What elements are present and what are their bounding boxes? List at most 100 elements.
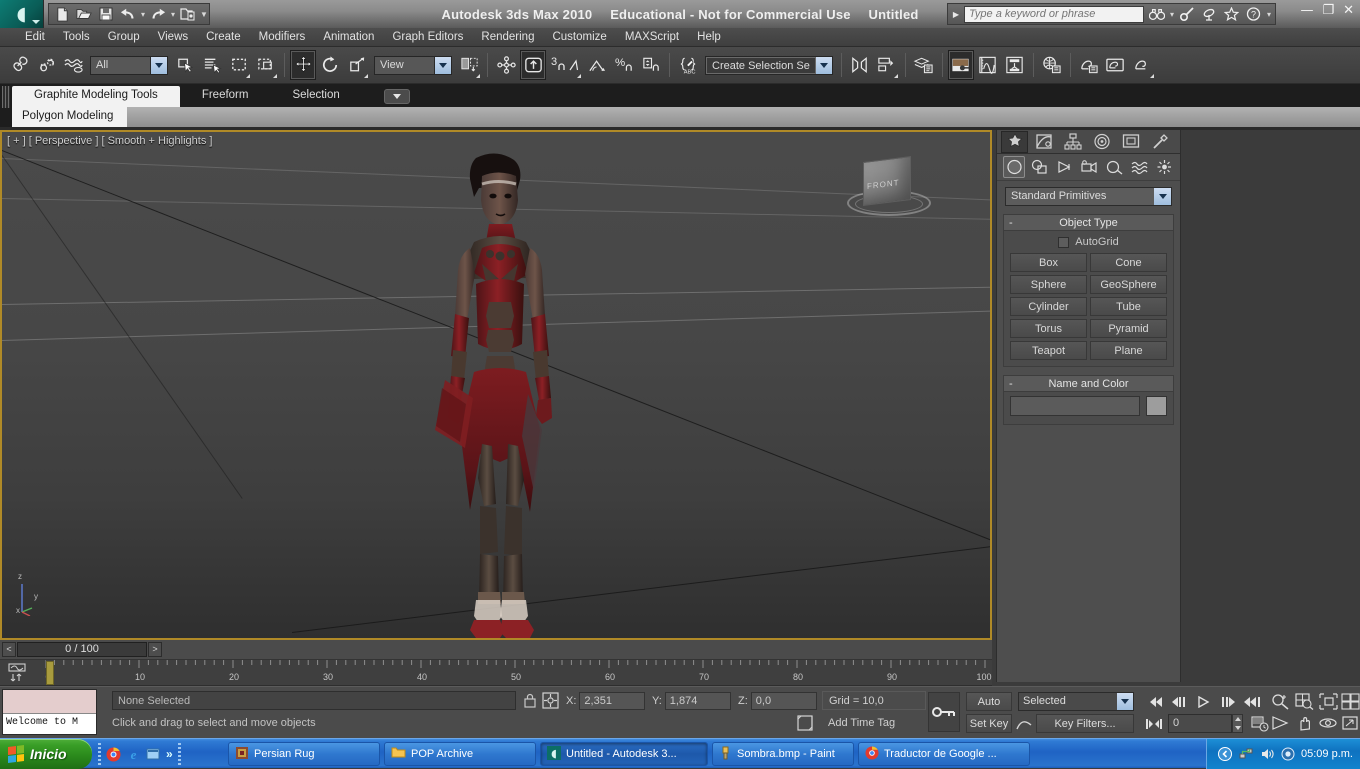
absolute-relative-transform-icon[interactable] <box>540 690 560 710</box>
pyramid-button[interactable]: Pyramid <box>1090 319 1167 338</box>
restore-button[interactable]: ❐ <box>1322 4 1334 17</box>
coord-y-value[interactable]: 1,874 <box>665 692 731 710</box>
application-menu-button[interactable]: ◖ <box>0 0 44 28</box>
frame-spinner[interactable] <box>1232 714 1243 733</box>
key-mode-toggle-icon[interactable] <box>928 692 960 732</box>
chevron-down-icon[interactable] <box>1117 693 1133 710</box>
character-model-3d[interactable] <box>390 144 600 640</box>
rectangular-selection-region-icon[interactable] <box>226 50 252 80</box>
goto-end-button[interactable] <box>1240 692 1263 711</box>
internet-explorer-quicklaunch-icon[interactable]: e <box>126 747 141 762</box>
next-frame-arrow[interactable]: > <box>148 642 162 657</box>
autogrid-checkbox[interactable] <box>1058 237 1069 248</box>
start-button[interactable]: Inicio <box>0 739 92 769</box>
select-and-rotate-icon[interactable] <box>317 50 343 80</box>
select-by-name-icon[interactable] <box>199 50 225 80</box>
use-center-flyout-icon[interactable] <box>456 50 482 80</box>
render-frame-window-icon[interactable] <box>1076 50 1102 80</box>
ribbon-tab-graphite-modeling-tools[interactable]: Graphite Modeling Tools <box>12 86 180 107</box>
help-dropdown-arrow[interactable]: ▾ <box>1266 10 1272 19</box>
curve-editor-icon[interactable] <box>975 50 1001 80</box>
reference-coordinate-system-combo[interactable]: View <box>374 56 452 75</box>
menu-item-create[interactable]: Create <box>197 29 250 45</box>
coordinate-y[interactable]: Y: 1,874 <box>652 691 731 710</box>
menu-item-edit[interactable]: Edit <box>16 29 54 45</box>
key-mode-toggle-button[interactable] <box>1142 714 1165 733</box>
selection-filter-combo[interactable]: All <box>90 56 168 75</box>
hierarchy-tab[interactable] <box>1059 131 1086 153</box>
cameras-category-icon[interactable] <box>1078 156 1100 178</box>
quicklaunch-grip-end[interactable] <box>178 743 181 765</box>
menu-item-graph-editors[interactable]: Graph Editors <box>383 29 472 45</box>
named-selection-set-combo[interactable]: Create Selection Se <box>705 56 833 75</box>
open-mini-curve-editor-icon[interactable] <box>5 663 37 683</box>
ribbon-grip-handle[interactable] <box>2 86 10 108</box>
play-animation-button[interactable] <box>1192 692 1215 711</box>
menu-item-modifiers[interactable]: Modifiers <box>250 29 315 45</box>
systems-category-icon[interactable] <box>1153 156 1175 178</box>
box-button[interactable]: Box <box>1010 253 1087 272</box>
orbit-button[interactable] <box>1316 713 1340 733</box>
field-of-view-button[interactable] <box>1268 713 1292 733</box>
sphere-button[interactable]: Sphere <box>1010 275 1087 294</box>
set-key-button[interactable]: Set Key <box>966 714 1012 733</box>
render-production-icon[interactable] <box>1103 50 1129 80</box>
schematic-view-icon[interactable] <box>1002 50 1028 80</box>
pan-view-button[interactable] <box>1292 713 1316 733</box>
plane-button[interactable]: Plane <box>1090 341 1167 360</box>
render-iterative-icon[interactable] <box>1130 50 1156 80</box>
ribbon-tab-selection[interactable]: Selection <box>270 86 361 107</box>
close-button[interactable]: ✕ <box>1343 4 1354 17</box>
search-binoculars-icon[interactable] <box>1147 5 1166 24</box>
add-time-tag-label[interactable]: Add Time Tag <box>822 714 926 733</box>
select-and-manipulate-icon[interactable] <box>493 50 519 80</box>
previous-frame-button[interactable] <box>1167 692 1190 711</box>
infocenter-expand-arrow[interactable]: ▶ <box>951 10 961 19</box>
next-frame-button[interactable] <box>1216 692 1239 711</box>
help-question-icon[interactable]: ? <box>1244 5 1263 24</box>
align-flyout-icon[interactable] <box>874 50 900 80</box>
redo-icon[interactable] <box>148 5 168 24</box>
communication-center-icon[interactable] <box>1200 5 1219 24</box>
previous-frame-arrow[interactable]: < <box>2 642 16 657</box>
object-color-swatch[interactable] <box>1146 396 1167 416</box>
bind-to-space-warp-icon[interactable] <box>60 50 86 80</box>
chevron-down-icon[interactable] <box>1154 188 1171 205</box>
mirror-icon[interactable] <box>847 50 873 80</box>
taskbar-item-paint[interactable]: Sombra.bmp - Paint <box>712 742 854 766</box>
autogrid-row[interactable]: AutoGrid <box>1010 236 1167 248</box>
quicklaunch-overflow-icon[interactable]: » <box>166 747 173 761</box>
torus-button[interactable]: Torus <box>1010 319 1087 338</box>
zoom-all-button[interactable] <box>1292 691 1316 711</box>
selection-lock-icon[interactable] <box>520 691 540 711</box>
set-default-tangent-icon[interactable] <box>1014 713 1034 733</box>
tube-button[interactable]: Tube <box>1090 297 1167 316</box>
angle-snap-icon2[interactable] <box>584 50 610 80</box>
coordinate-z[interactable]: Z: 0,0 <box>738 691 817 710</box>
ribbon-panel-polygon-modeling[interactable]: Polygon Modeling <box>12 107 127 127</box>
cylinder-button[interactable]: Cylinder <box>1010 297 1087 316</box>
geosphere-button[interactable]: GeoSphere <box>1090 275 1167 294</box>
auto-key-button[interactable]: Auto Key <box>966 692 1012 711</box>
volume-icon[interactable] <box>1259 747 1274 762</box>
chevron-down-icon[interactable] <box>435 57 451 74</box>
key-filters-button[interactable]: Key Filters... <box>1036 714 1134 733</box>
show-hidden-icons-icon[interactable] <box>1217 747 1232 762</box>
goto-start-button[interactable] <box>1142 692 1165 711</box>
viewport-perspective[interactable]: [ + ] [ Perspective ] [ Smooth + Highlig… <box>0 130 992 640</box>
geometry-category-icon[interactable] <box>1003 156 1025 178</box>
network-icon[interactable] <box>1238 747 1253 762</box>
modify-tab[interactable] <box>1030 131 1057 153</box>
select-and-link-icon[interactable] <box>6 50 32 80</box>
taskbar-clock[interactable]: 05:09 p.m. <box>1301 748 1353 760</box>
time-tag-icon[interactable] <box>795 713 815 733</box>
snaps-toggle-icon[interactable] <box>520 50 546 80</box>
view-cube[interactable]: FRONT <box>845 154 935 224</box>
coordinate-x[interactable]: X: 2,351 <box>566 691 645 710</box>
material-editor-icon[interactable] <box>948 50 974 80</box>
object-category-dropdown[interactable]: Standard Primitives <box>1005 187 1172 206</box>
object-name-input[interactable] <box>1010 396 1140 416</box>
system-icon[interactable] <box>1280 747 1295 762</box>
create-tab[interactable] <box>1001 131 1028 153</box>
utilities-tab[interactable] <box>1146 131 1173 153</box>
